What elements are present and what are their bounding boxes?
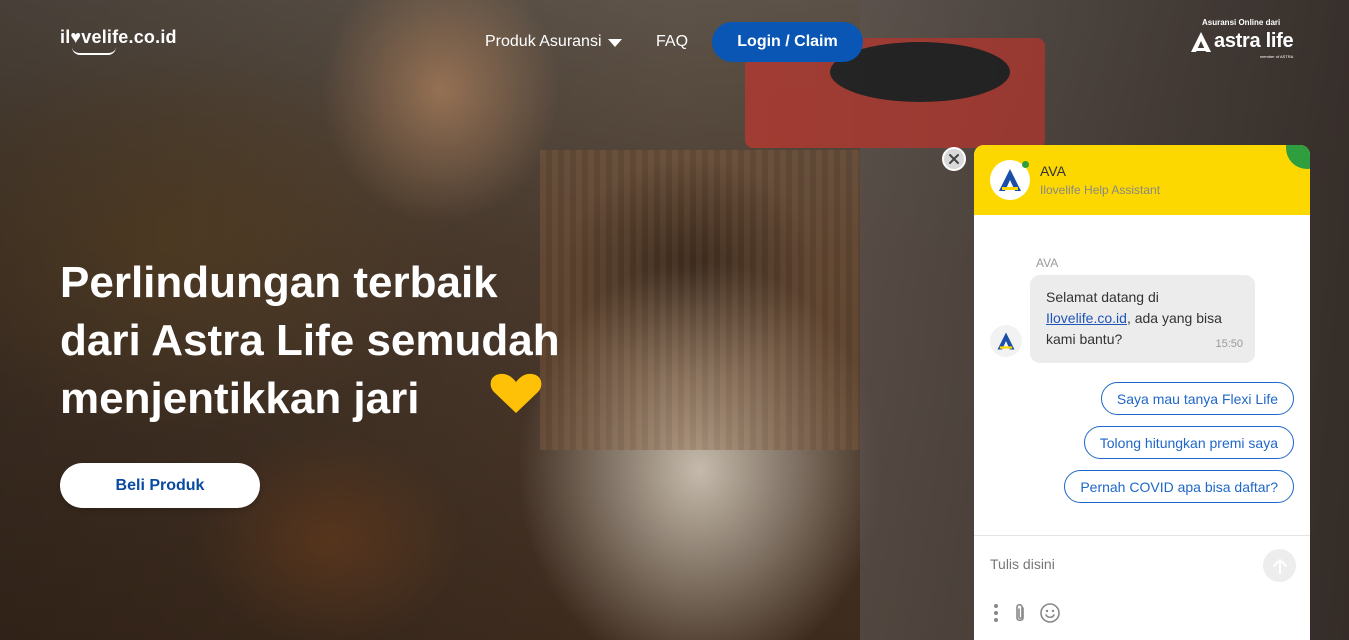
chat-message-bubble: Selamat datang di Ilovelife.co.id, ada y…: [1030, 275, 1255, 363]
caret-down-icon: [607, 39, 622, 47]
quick-reply-flexi-life[interactable]: Saya mau tanya Flexi Life: [1100, 382, 1294, 415]
chat-header-corner-accent: [1286, 145, 1310, 169]
nav-faq-link[interactable]: FAQ: [656, 33, 688, 51]
arrow-up-icon: [1272, 558, 1287, 574]
astra-logo-icon: [999, 169, 1021, 191]
chat-close-button[interactable]: [942, 147, 966, 171]
site-logo[interactable]: il♥velife.co.id: [60, 27, 177, 48]
buy-product-button[interactable]: Beli Produk: [60, 463, 260, 508]
astra-logo-icon: [1191, 31, 1211, 52]
quick-reply-covid[interactable]: Pernah COVID apa bisa daftar?: [1064, 470, 1294, 503]
nav-products-label: Produk Asuransi: [485, 33, 602, 50]
brand-name: astra life: [1214, 30, 1294, 52]
nav-products-dropdown[interactable]: Produk Asuransi: [485, 33, 622, 51]
chat-header: AVA Ilovelife Help Assistant: [974, 145, 1310, 215]
attach-button[interactable]: [1008, 601, 1032, 625]
login-claim-button[interactable]: Login / Claim: [712, 22, 863, 62]
chat-agent-name: AVA: [1040, 163, 1066, 179]
headline-line-3: menjentikkan jari: [60, 374, 420, 423]
brand-member-label: member of ASTRA: [1259, 54, 1294, 59]
chat-agent-subtitle: Ilovelife Help Assistant: [1040, 183, 1161, 197]
heart-icon: [490, 373, 542, 413]
astra-logo-icon: [997, 332, 1015, 350]
paperclip-icon: [1016, 603, 1024, 622]
chat-widget: AVA Ilovelife Help Assistant AVA Selamat…: [974, 145, 1310, 640]
vertical-dots-icon: [994, 604, 998, 622]
chat-divider: [974, 535, 1310, 536]
astra-life-brand: Asuransi Online dari astra life member o…: [1190, 18, 1294, 59]
headline-line-1: Perlindungan terbaik: [60, 258, 498, 307]
send-button[interactable]: [1263, 549, 1296, 582]
brand-tagline: Asuransi Online dari: [1202, 18, 1281, 27]
online-status-dot: [1022, 161, 1029, 168]
smiley-icon: [1040, 603, 1060, 623]
close-icon: [949, 154, 959, 164]
message-link[interactable]: Ilovelife.co.id: [1046, 310, 1127, 326]
logo-smile-icon: [72, 47, 116, 55]
quick-reply-premium-calc[interactable]: Tolong hitungkan premi saya: [1083, 426, 1294, 459]
message-sender-label: AVA: [1036, 256, 1059, 270]
message-avatar: [990, 325, 1022, 357]
chat-agent-avatar: [990, 160, 1030, 200]
hero-headline: Perlindungan terbaik dari Astra Life sem…: [60, 254, 680, 428]
headline-line-2: dari Astra Life semudah: [60, 316, 560, 365]
emoji-button[interactable]: [1038, 601, 1062, 625]
more-options-button[interactable]: [984, 601, 1008, 625]
message-text-pre: Selamat datang di: [1046, 289, 1159, 305]
chat-message-input[interactable]: [974, 544, 1254, 584]
message-timestamp: 15:50: [1215, 338, 1243, 350]
